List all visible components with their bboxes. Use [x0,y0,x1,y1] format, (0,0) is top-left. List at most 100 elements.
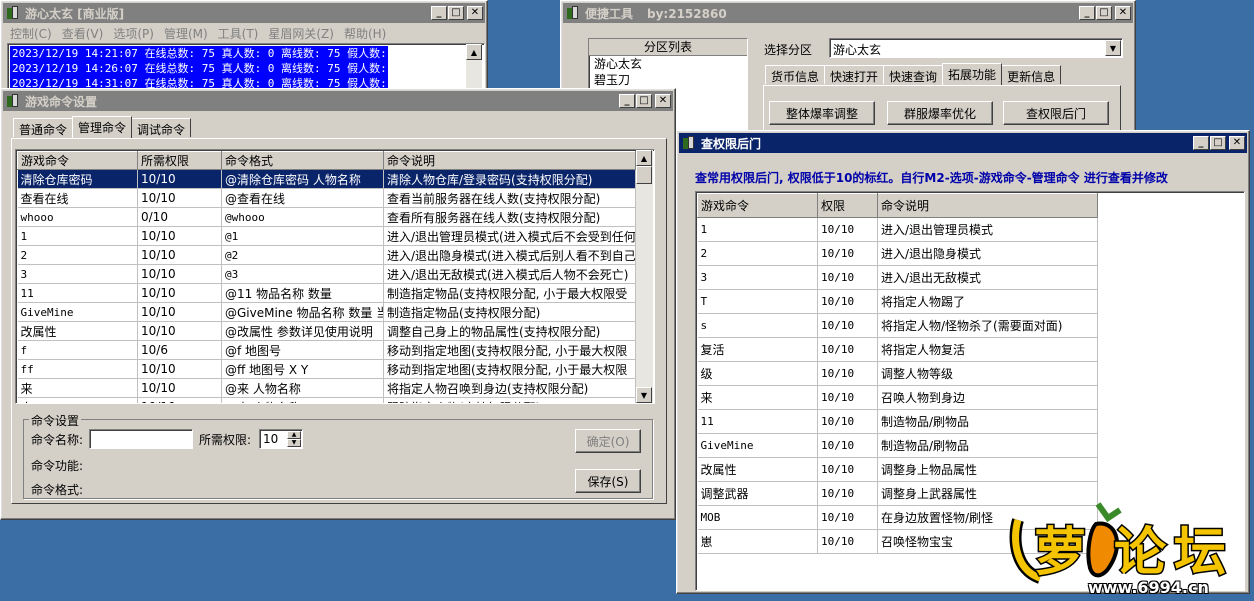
tab-quick-open[interactable]: 快速打开 [824,65,885,84]
partition-item[interactable]: 游心太玄 [589,56,747,72]
table-row[interactable]: GiveMine 10/10 @GiveMine 物品名称 数量 当前 制造指定物品(… [17,302,636,322]
check-permission-backdoor-button[interactable]: 查权限后门 [1003,101,1109,125]
table-row[interactable]: 3 10/10 @3 进入/退出无敌模式(进入模式后人物不会死亡) [17,264,636,284]
scroll-thumb[interactable] [636,166,652,184]
tab-update-info[interactable]: 更新信息 [1001,65,1062,84]
close-button[interactable]: ✕ [1115,6,1131,20]
required-permission-spinner[interactable]: 10 ▲ ▼ [259,429,303,449]
table-row[interactable]: s 10/10 将指定人物/怪物杀了(需要面对面) [697,313,1098,338]
tab-debug-commands[interactable]: 调试命令 [131,118,192,137]
table-cell: 10/10 [137,321,222,341]
table-cell: 进入/退出无敌模式(进入模式后人物不会死亡) [383,264,636,284]
table-row[interactable]: 1 10/10 @1 进入/退出管理员模式(进入模式后不会受到任何 [17,226,636,246]
table-cell: @查看在线 [221,188,384,208]
table-cell: @2 [221,245,384,265]
menu-help[interactable]: 帮助(H) [339,25,391,42]
tab-quick-query[interactable]: 快速查询 [883,65,944,84]
tools-window-titlebar[interactable]: 便捷工具 by:2152860 _ □ ✕ [563,3,1133,23]
table-row[interactable]: f 10/6 @f 地图号 移动到指定地图(支持权限分配, 小于最大权限 [17,340,636,360]
table-row[interactable]: 改属性 10/10 @改属性 参数详见使用说明 调整自己身上的物品属性(支持权限分配) [17,321,636,341]
table-row[interactable]: ff 10/10 @ff 地图号 X Y 移动到指定地图(支持权限分配, 小于最大权限 [17,359,636,379]
spin-up-icon[interactable]: ▲ [287,431,301,439]
command-name-input[interactable] [89,429,193,449]
partition-select[interactable]: 游心太玄 ▼ [829,38,1123,58]
confirm-button[interactable]: 确定(O) [575,429,641,453]
table-cell: 10/10 [817,385,878,410]
table-cell: 10/10 [137,302,222,322]
table-cell: 10/10 [817,481,878,506]
chevron-down-icon[interactable]: ▼ [1105,40,1121,56]
table-row[interactable]: 11 10/10 制造物品/刷物品 [697,409,1098,434]
partition-item[interactable]: 碧玉刀 [589,72,747,88]
table-row[interactable]: 来 10/10 召唤人物到身边 [697,385,1098,410]
table-cell: 级 [697,361,818,386]
close-button[interactable]: ✕ [467,6,483,20]
command-grid[interactable]: 游戏命令 所需权限 命令格式 命令说明 清除仓库密码 10/10 @清除仓库密码 人… [15,149,655,404]
table-cell: 10/6 [137,340,222,360]
column-header[interactable]: 游戏命令 [697,193,818,218]
table-row[interactable]: GiveMine 10/10 制造物品/刷物品 [697,433,1098,458]
table-cell: @whooo [221,207,384,227]
column-header[interactable]: 命令说明 [877,193,1098,218]
table-row[interactable]: 来 10/10 @来 人物名称 将指定人物召唤到身边(支持权限分配) [17,378,636,398]
table-cell: 召唤人物到身边 [877,385,1098,410]
table-row[interactable]: T 10/10 将指定人物踢了 [697,289,1098,314]
tab-extensions[interactable]: 拓展功能 [942,63,1003,85]
minimize-button[interactable]: _ [431,6,447,20]
table-row[interactable]: 2 10/10 @2 进入/退出隐身模式(进入模式后别人看不到自己 [17,245,636,265]
scroll-down-icon[interactable]: ▼ [636,387,652,403]
maximize-button[interactable]: □ [636,94,652,108]
menu-options[interactable]: 选项(P) [108,25,159,42]
minimize-button[interactable]: _ [1193,136,1209,150]
tab-currency-info[interactable]: 货币信息 [765,65,826,84]
table-row[interactable]: whooo 0/10 @whooo 查看所有服务器在线人数(支持权限分配) [17,207,636,227]
partition-list-header: 分区列表 [589,39,747,56]
menu-control[interactable]: 控制(C) [5,25,57,42]
save-button[interactable]: 保存(S) [575,469,641,493]
column-header[interactable]: 游戏命令 [17,151,138,170]
column-header[interactable]: 命令格式 [221,151,384,170]
table-row[interactable]: 3 10/10 进入/退出无敌模式 [697,265,1098,290]
column-header[interactable]: 所需权限 [137,151,222,170]
menu-manage[interactable]: 管理(M) [159,25,213,42]
table-row[interactable]: 清除仓库密码 10/10 @清除仓库密码 人物名称 清除人物仓库/登录密码(支持权限分… [17,169,636,189]
tab-normal-commands[interactable]: 普通命令 [13,118,74,137]
group-droprate-button[interactable]: 群服爆率优化 [887,101,993,125]
table-cell: @去 人物名称 [221,397,384,403]
tab-admin-commands[interactable]: 管理命令 [72,116,133,138]
maximize-button[interactable]: □ [1096,6,1112,20]
svg-text:论: 论 [1114,523,1167,583]
menu-view[interactable]: 查看(V) [57,25,109,42]
table-cell: MOB [697,505,818,530]
table-row[interactable]: 改属性 10/10 调整身上物品属性 [697,457,1098,482]
column-header[interactable]: 命令说明 [383,151,636,170]
maximize-button[interactable]: □ [448,6,464,20]
table-cell: 制造指定物品(支持权限分配) [383,302,636,322]
spin-down-icon[interactable]: ▼ [287,439,301,447]
menu-tools[interactable]: 工具(T) [213,25,264,42]
close-button[interactable]: ✕ [655,94,671,108]
table-row[interactable]: 查看在线 10/10 @查看在线 查看当前服务器在线人数(支持权限分配) [17,188,636,208]
table-row[interactable]: 11 10/10 @11 物品名称 数量 制造指定物品(支持权限分配, 小于最大权限受 [17,283,636,303]
column-header[interactable]: 权限 [817,193,878,218]
maximize-button[interactable]: □ [1210,136,1226,150]
table-row[interactable]: 级 10/10 调整人物等级 [697,361,1098,386]
table-row[interactable]: 复活 10/10 将指定人物复活 [697,337,1098,362]
scroll-up-icon[interactable]: ▲ [636,150,652,166]
table-row[interactable]: 2 10/10 进入/退出隐身模式 [697,241,1098,266]
main-window-titlebar[interactable]: 游心太玄 [商业版] _ □ ✕ [3,3,485,23]
menu-gateway[interactable]: 星眉网关(Z) [263,25,339,42]
permission-window-titlebar[interactable]: 查权限后门 _ □ ✕ [679,133,1247,153]
table-row[interactable]: 1 10/10 进入/退出管理员模式 [697,217,1098,242]
log-scrollbar[interactable]: ▲ [466,44,482,94]
minimize-button[interactable]: _ [619,94,635,108]
close-button[interactable]: ✕ [1229,136,1245,150]
partition-select-value: 游心太玄 [833,43,882,57]
overall-droprate-button[interactable]: 整体爆率调整 [769,101,875,125]
command-window-titlebar[interactable]: 游戏命令设置 _ □ ✕ [3,91,673,111]
command-grid-scrollbar[interactable]: ▲ ▼ [636,150,653,403]
minimize-button[interactable]: _ [1079,6,1095,20]
scroll-up-icon[interactable]: ▲ [466,44,482,60]
table-cell: 查看在线 [17,188,138,208]
table-row[interactable]: 去10/10@去 人物名称跟踪指定人物(支持权限分配) [17,397,636,403]
